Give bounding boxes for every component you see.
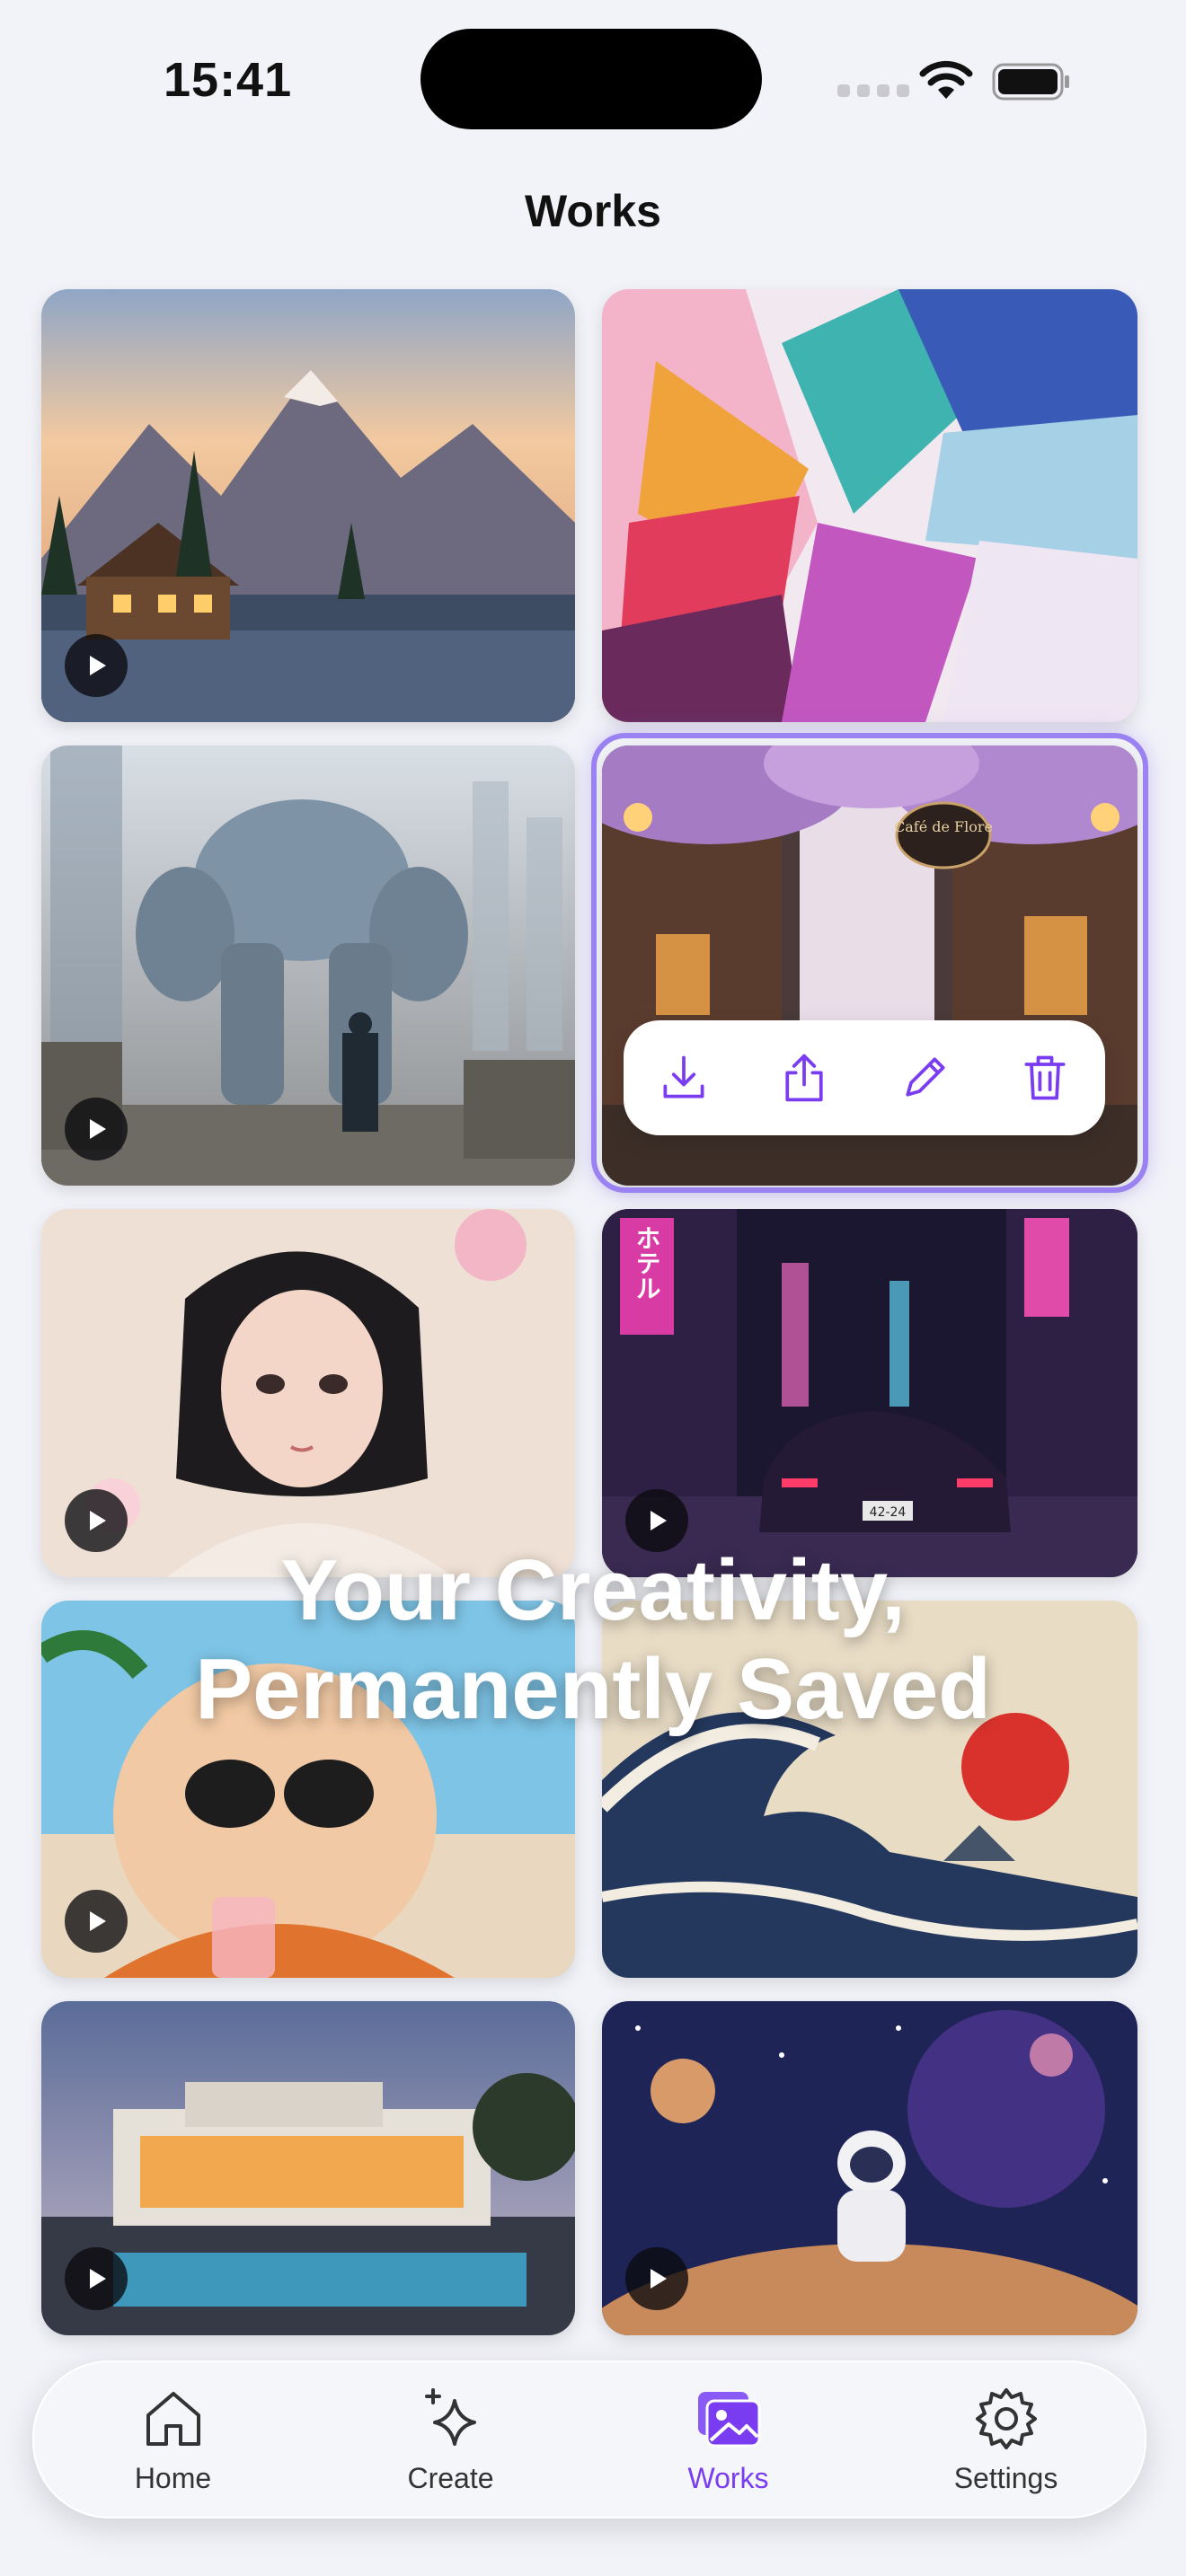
tab-works[interactable]: Works	[630, 2385, 828, 2495]
promo-headline-line2: Permanently Saved	[195, 1641, 991, 1737]
work-card-modern-villa[interactable]	[41, 2001, 575, 2335]
tab-create[interactable]: Create	[352, 2385, 550, 2495]
work-card-neon-tokyo[interactable]: ホテル 42-24	[602, 1209, 1137, 1577]
play-button[interactable]	[625, 2247, 688, 2310]
work-card-anime-girl[interactable]	[41, 1209, 575, 1577]
gear-icon	[975, 2387, 1037, 2449]
abstract-paint-image	[602, 289, 1137, 722]
delete-button[interactable]	[1016, 1049, 1074, 1107]
play-icon	[651, 2269, 667, 2289]
tab-bar: Home Create Works Settings	[32, 2360, 1146, 2519]
play-icon	[90, 1119, 106, 1139]
home-icon	[146, 2391, 200, 2446]
tab-settings[interactable]: Settings	[907, 2385, 1105, 2495]
play-button[interactable]	[65, 2247, 128, 2310]
work-card-giant-mech[interactable]	[41, 745, 575, 1186]
play-button[interactable]	[65, 634, 128, 697]
share-button[interactable]	[775, 1049, 833, 1107]
status-time: 15:41	[164, 53, 293, 107]
share-icon	[785, 1054, 823, 1102]
tab-home[interactable]: Home	[75, 2385, 272, 2495]
gallery-icon	[697, 2391, 760, 2447]
work-card-astronaut[interactable]	[602, 2001, 1137, 2335]
download-button[interactable]	[655, 1049, 712, 1107]
cellular-signal-icon	[837, 84, 909, 97]
sparkle-icon	[424, 2387, 476, 2446]
play-button[interactable]	[65, 1098, 128, 1160]
license-plate-text: 42-24	[870, 1505, 907, 1520]
tab-create-label: Create	[407, 2461, 494, 2494]
play-icon	[90, 1911, 106, 1931]
play-icon	[651, 1511, 667, 1531]
play-icon	[90, 2269, 106, 2289]
trash-icon	[1024, 1055, 1066, 1100]
battery-icon	[992, 63, 1069, 101]
work-card-mountain-cabin[interactable]	[41, 289, 575, 722]
promo-headline-line1: Your Creativity,	[280, 1542, 906, 1638]
play-icon	[90, 1511, 106, 1531]
work-card-abstract-paint[interactable]	[602, 289, 1137, 722]
promo-headline: Your Creativity, Permanently Saved	[0, 1541, 1186, 1739]
tab-settings-label: Settings	[953, 2461, 1058, 2494]
dynamic-island	[420, 29, 762, 129]
wifi-icon	[919, 60, 973, 99]
play-button[interactable]	[65, 1890, 128, 1953]
card-action-bar	[624, 1020, 1105, 1135]
page-title: Works	[525, 186, 661, 236]
tab-works-label: Works	[687, 2461, 769, 2494]
edit-icon	[906, 1057, 945, 1097]
neon-sign-text: ホテル	[633, 1225, 662, 1301]
tab-home-label: Home	[134, 2461, 212, 2494]
edit-button[interactable]	[896, 1049, 953, 1107]
download-icon	[663, 1055, 704, 1098]
play-icon	[90, 656, 106, 675]
